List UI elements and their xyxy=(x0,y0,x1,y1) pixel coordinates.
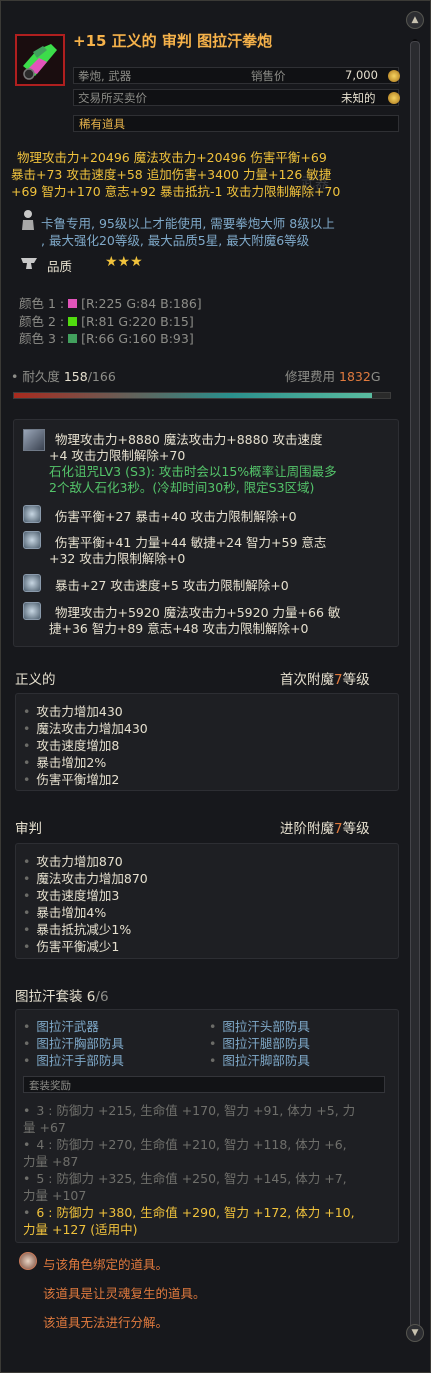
character-icon xyxy=(19,209,37,231)
repair-unit: G xyxy=(370,369,381,384)
rarity-label: 稀有道具 xyxy=(79,117,125,131)
enchant-effect: 伤害平衡减少1 xyxy=(23,936,119,955)
sell-value: 7,000 xyxy=(345,68,378,82)
trade-label: 交易所买卖价 xyxy=(78,91,147,105)
enchant-name: 正义的 xyxy=(15,672,56,688)
color-value: [R:66 G:160 B:93] xyxy=(81,331,194,346)
item-type: 拳炮, 武器 xyxy=(78,69,132,83)
enchant-effect: 伤害平衡增加2 xyxy=(23,769,119,788)
enchant-level-suffix: 等级 xyxy=(342,672,370,688)
color-label: 颜色 3 : xyxy=(19,331,65,346)
scroll-up-button[interactable]: ▲ xyxy=(406,11,424,29)
item-tooltip: ▲ ▼ +15 正义的 审判 图拉汗拳炮 拳炮, 武器 销售价 7,000 交易… xyxy=(0,0,431,1373)
set-piece: 图拉汗脚部防具 xyxy=(209,1050,310,1069)
scroll-down-button[interactable]: ▼ xyxy=(406,1324,424,1342)
enchant-level-prefix: 首次附魔 xyxy=(280,672,334,688)
set-title: 图拉汗套装 6/6 xyxy=(15,985,109,1005)
durability-current: 158 xyxy=(63,369,88,384)
gold-coin-icon xyxy=(388,92,400,104)
enchant-level-value: 7 xyxy=(334,821,343,837)
set-name: 图拉汗套装 xyxy=(15,989,83,1005)
set-total: /6 xyxy=(95,989,109,1005)
durability-bar xyxy=(13,392,391,399)
enchant-level: 进阶附魔7等级 xyxy=(280,817,370,837)
color-label: 颜色 1 : xyxy=(19,296,65,311)
scrollbar[interactable]: ▲ ▼ xyxy=(404,11,426,1366)
durability-bar-fill xyxy=(14,393,372,398)
quality-stars: ★★★ xyxy=(105,254,143,270)
sell-label: 销售价 xyxy=(251,69,286,83)
set-bonus-line: • 3 : 防御力 +215, 生命值 +170, 智力 +91, 体力 +5, … xyxy=(23,1103,356,1118)
enchant-level-value: 7 xyxy=(334,672,343,688)
color-value: [R:81 G:220 B:15] xyxy=(81,314,194,329)
color-swatch xyxy=(68,317,78,326)
gauntlet-cannon-icon xyxy=(23,44,57,80)
repair-label: 修理费用 xyxy=(285,369,336,384)
set-bonus-text: 5 : 防御力 +325, 生命值 +250, 智力 +145, 体力 +7, xyxy=(36,1171,347,1186)
color-swatch xyxy=(68,299,78,308)
set-bonus-text: 力量 +127 (适用中) xyxy=(23,1222,138,1237)
skill-icon xyxy=(23,429,45,451)
reforge-line: 伤害平衡+27 暴击+40 攻击力限制解除+0 xyxy=(55,509,297,524)
note-bound: 与该角色绑定的道具。 xyxy=(43,1257,169,1272)
trade-value: 未知的 xyxy=(341,91,376,105)
set-bonus-text: 3 : 防御力 +215, 生命值 +170, 智力 +91, 体力 +5, 力 xyxy=(36,1103,356,1118)
color-swatch xyxy=(68,334,78,343)
repair-row: 修理费用 1832G xyxy=(285,366,381,385)
color-value: [R:225 G:84 B:186] xyxy=(81,296,202,311)
quality-label: 品质 xyxy=(47,259,73,274)
item-icon xyxy=(15,34,65,86)
set-bonus-text: 6 : 防御力 +380, 生命值 +290, 智力 +172, 体力 +10, xyxy=(36,1205,355,1220)
anvil-icon xyxy=(19,254,39,272)
enchant-level: 首次附魔7等级 xyxy=(280,668,370,688)
durability-label: 耐久度 xyxy=(22,369,60,384)
reforge-line: 捷+36 智力+89 意志+48 攻击力限制解除+0 xyxy=(49,621,309,636)
set-bonus-header-box xyxy=(23,1076,385,1093)
base-stats-line: +69 智力+170 意志+92 暴击抵抗-1 攻击力限制解除+70 xyxy=(11,184,341,199)
set-bonus-header: 套装奖励 xyxy=(29,1080,71,1092)
gold-coin-icon xyxy=(388,70,400,82)
set-piece: 图拉汗手部防具 xyxy=(23,1050,124,1069)
reforge-line: +32 攻击力限制解除+0 xyxy=(49,551,186,566)
color-label: 颜色 2 : xyxy=(19,314,65,329)
gem-icon xyxy=(23,574,41,592)
chevron-down-icon: ▼ xyxy=(411,1328,419,1338)
note-no-disassemble: 该道具无法进行分解。 xyxy=(43,1315,169,1330)
color-row-1: 颜色 1 : [R:225 G:84 B:186] xyxy=(19,293,202,312)
reforge-effect: 2个敌人石化3秒。(冷却时间30秒, 限定S3区域) xyxy=(49,480,315,495)
gem-icon xyxy=(23,531,41,549)
enchant-level-prefix: 进阶附魔 xyxy=(280,821,334,837)
note-revive: 该道具是让灵魂复生的道具。 xyxy=(43,1286,206,1301)
durability-max: /166 xyxy=(87,369,116,384)
color-row-3: 颜色 3 : [R:66 G:160 B:93] xyxy=(19,328,194,347)
chevron-up-icon: ▲ xyxy=(411,15,419,25)
durability-row: • 耐久度 158/166 xyxy=(11,369,116,384)
gem-icon xyxy=(23,505,41,523)
reforge-line: 暴击+27 攻击速度+5 攻击力限制解除+0 xyxy=(55,578,289,593)
enchant-name: 审判 xyxy=(15,821,42,837)
bound-character-icon xyxy=(19,1252,37,1270)
requirement-line: , 最大强化20等级, 最大品质5星, 最大附魔6等级 xyxy=(41,233,310,248)
enchant-level-suffix: 等级 xyxy=(342,821,370,837)
set-bonus-text: 4 : 防御力 +270, 生命值 +210, 智力 +118, 体力 +6, xyxy=(36,1137,347,1152)
repair-value: 1832 xyxy=(339,369,371,384)
item-title: +15 正义的 审判 图拉汗拳炮 xyxy=(73,32,273,50)
scrollbar-thumb[interactable] xyxy=(410,41,420,1331)
gem-icon xyxy=(23,602,41,620)
